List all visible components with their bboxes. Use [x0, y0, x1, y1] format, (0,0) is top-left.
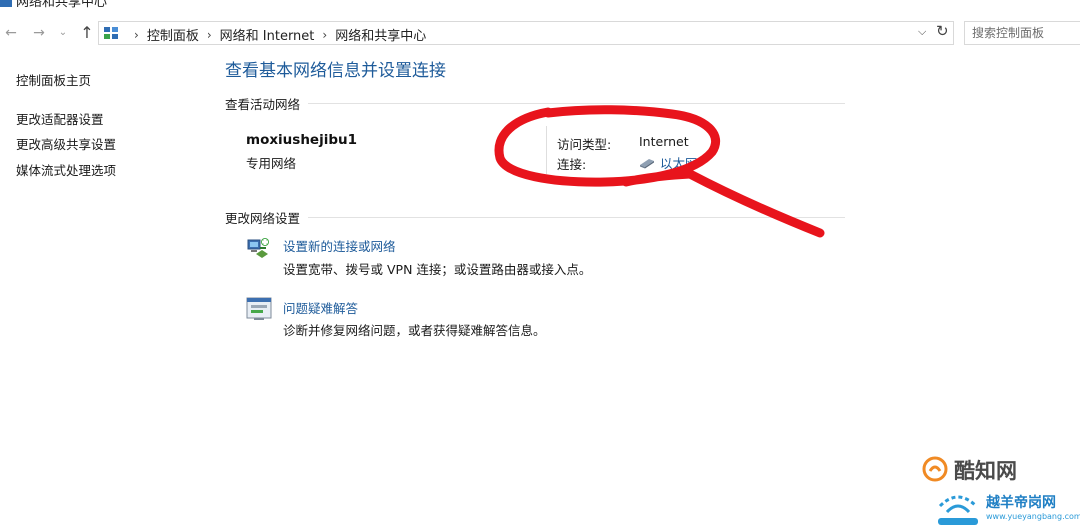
- watermark-wifi-icon: [938, 495, 978, 525]
- watermark-logo-icon: [922, 456, 948, 482]
- watermark-url: www.yueyangbang.com: [986, 512, 1080, 521]
- watermark-top: 酷知网: [954, 459, 1017, 483]
- watermark-bottom: 越羊帝岗网: [986, 495, 1056, 511]
- red-annotation-scribble: [494, 105, 825, 238]
